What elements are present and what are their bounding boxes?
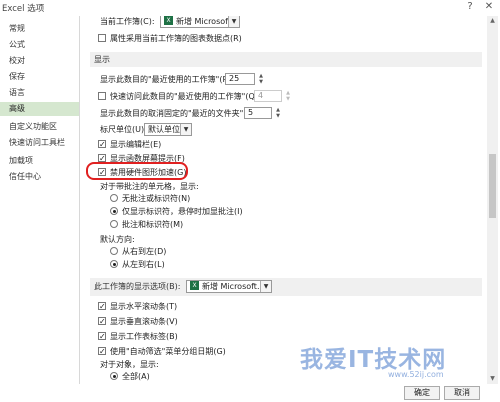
hscroll-checkbox[interactable]: [98, 300, 106, 314]
formula-bar-label: 显示编辑栏(E): [110, 140, 162, 149]
ruler-units-dropdown[interactable]: 默认单位 ▼: [144, 123, 192, 136]
sidebar-item-trust-center[interactable]: 信任中心: [0, 170, 79, 184]
autofilter-row[interactable]: 使用"自动筛选"菜单分组日期(G): [98, 345, 226, 359]
quick-access-row[interactable]: 快速访问此数目的"最近使用的工作簿"(Q):: [98, 90, 261, 104]
unpinned-folders-label: 显示此数目的取消固定的"最近的文件夹"(F):: [100, 109, 257, 118]
hscroll-row[interactable]: 显示水平滚动条(T): [98, 300, 177, 314]
sidebar-item-general[interactable]: 常规: [0, 22, 79, 36]
excel-icon: X: [190, 281, 199, 290]
radio-indicator[interactable]: [110, 206, 118, 215]
direction-option-ltr[interactable]: 从左到右(L): [110, 258, 165, 272]
ok-button[interactable]: 确定: [404, 386, 440, 400]
excel-icon: X: [164, 16, 173, 25]
sheet-tabs-row[interactable]: 显示工作表标签(B): [98, 330, 178, 344]
current-workbook-row: 当前工作簿(C):: [100, 16, 155, 29]
sidebar-item-proofing[interactable]: 校对: [0, 54, 79, 68]
sidebar-item-language[interactable]: 语言: [0, 86, 79, 100]
cancel-button[interactable]: 取消: [444, 386, 480, 400]
unpinned-folders-input[interactable]: 5: [244, 107, 272, 119]
watermark-text: 我爱IT技术网: [300, 347, 447, 373]
current-workbook-dropdown[interactable]: X 新增 Microsoft... ▼: [160, 16, 240, 28]
objects-all-row[interactable]: 全部(A): [110, 370, 150, 384]
radio-all[interactable]: [110, 371, 118, 380]
vscroll-checkbox[interactable]: [98, 315, 106, 329]
formula-bar-row[interactable]: 显示编辑栏(E): [98, 138, 161, 152]
recent-workbooks-input[interactable]: 25: [225, 73, 255, 85]
chevron-down-icon: ▼: [260, 281, 271, 292]
options-content: 当前工作簿(C): X 新增 Microsoft... ▼ 属性采用当前工作簿的图…: [80, 16, 485, 384]
sidebar-item-formulas[interactable]: 公式: [0, 38, 79, 52]
sheet-tabs-checkbox[interactable]: [98, 330, 106, 344]
chart-properties-checkbox[interactable]: [98, 33, 106, 42]
recent-workbooks-spinner[interactable]: ▲ ▼: [257, 73, 265, 85]
comments-option-none[interactable]: 无批注或标识符(N): [110, 192, 190, 206]
chevron-down-icon: ▼: [180, 124, 191, 135]
ruler-units-label: 标尺单位(U): [100, 125, 145, 134]
quick-access-checkbox[interactable]: [98, 91, 106, 100]
comments-option-both[interactable]: 批注和标识符(M): [110, 218, 183, 232]
radio-rtl[interactable]: [110, 246, 118, 255]
help-icon[interactable]: ?: [463, 1, 477, 13]
window-title: Excel 选项: [2, 4, 45, 14]
quick-access-input[interactable]: 4: [254, 90, 282, 102]
close-icon[interactable]: ✕: [482, 1, 496, 13]
scroll-down-icon[interactable]: ▼: [487, 374, 498, 384]
highlight-ring: [86, 162, 188, 180]
radio-both[interactable]: [110, 219, 118, 228]
watermark-url: www.52ij.com: [388, 370, 444, 379]
dialog-footer: 确定 取消: [0, 384, 500, 402]
chart-properties-label: 属性采用当前工作簿的图表数据点(R): [110, 34, 242, 43]
direction-option-rtl[interactable]: 从右到左(D): [110, 245, 166, 259]
current-workbook-label: 当前工作簿(C):: [100, 17, 155, 26]
sidebar-item-advanced[interactable]: 高级: [0, 102, 79, 116]
workbook-display-header: 此工作簿的显示选项(B):: [90, 278, 482, 296]
radio-none[interactable]: [110, 193, 118, 202]
vscroll-row[interactable]: 显示垂直滚动条(V): [98, 315, 178, 329]
vertical-scrollbar[interactable]: ▲ ▼: [487, 16, 498, 384]
scroll-up-icon[interactable]: ▲: [487, 16, 498, 26]
scroll-thumb[interactable]: [489, 154, 496, 218]
comments-option-indicator[interactable]: 仅显示标识符，悬停时加显批注(I): [110, 205, 243, 219]
workbook-display-dropdown[interactable]: X 新增 Microsoft... ▼: [186, 280, 272, 293]
sidebar-item-quick-access[interactable]: 快速访问工具栏: [0, 136, 79, 150]
sidebar-item-addins[interactable]: 加载项: [0, 154, 79, 168]
sidebar: 常规 公式 校对 保存 语言 高级 自定义功能区 快速访问工具栏 加载项 信任中…: [0, 16, 80, 402]
sidebar-item-customize-ribbon[interactable]: 自定义功能区: [0, 120, 79, 134]
formula-bar-checkbox[interactable]: [98, 138, 106, 152]
recent-workbooks-label: 显示此数目的"最近使用的工作簿"(R):: [100, 75, 234, 84]
quick-access-spinner[interactable]: ▲ ▼: [284, 90, 292, 102]
display-section-header: 显示: [90, 52, 482, 67]
title-bar: Excel 选项 ? ✕: [0, 0, 500, 16]
chart-properties-row[interactable]: 属性采用当前工作簿的图表数据点(R): [98, 32, 242, 46]
radio-ltr[interactable]: [110, 259, 118, 268]
unpinned-folders-spinner[interactable]: ▲ ▼: [274, 107, 282, 119]
chevron-down-icon: ▼: [228, 16, 239, 27]
sidebar-item-save[interactable]: 保存: [0, 70, 79, 84]
screen-tips-checkbox[interactable]: [98, 152, 106, 166]
autofilter-checkbox[interactable]: [98, 345, 106, 359]
quick-access-label: 快速访问此数目的"最近使用的工作簿"(Q):: [110, 92, 261, 101]
